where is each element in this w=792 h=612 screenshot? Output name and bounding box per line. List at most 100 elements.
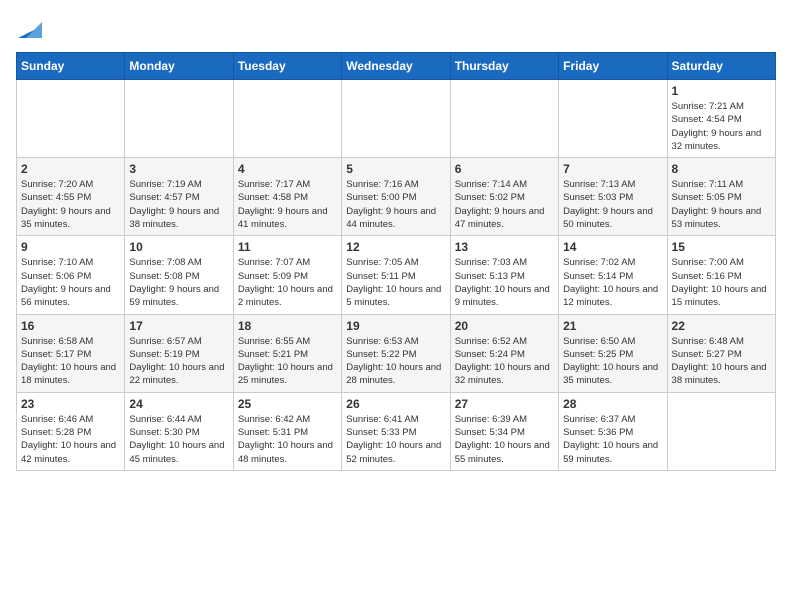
calendar-header-tuesday: Tuesday: [233, 53, 341, 80]
day-info: Sunrise: 7:14 AM Sunset: 5:02 PM Dayligh…: [455, 178, 554, 231]
day-number: 14: [563, 240, 662, 254]
calendar-cell: 9 Sunrise: 7:10 AM Sunset: 5:06 PM Daylig…: [17, 236, 125, 314]
day-info: Sunrise: 7:10 AM Sunset: 5:06 PM Dayligh…: [21, 256, 120, 309]
day-number: 19: [346, 319, 445, 333]
day-number: 23: [21, 397, 120, 411]
calendar-cell: 18 Sunrise: 6:55 AM Sunset: 5:21 PM Dayli…: [233, 314, 341, 392]
day-number: 10: [129, 240, 228, 254]
calendar-cell: 23 Sunrise: 6:46 AM Sunset: 5:28 PM Dayli…: [17, 392, 125, 470]
day-number: 6: [455, 162, 554, 176]
day-number: 27: [455, 397, 554, 411]
calendar-cell: 24 Sunrise: 6:44 AM Sunset: 5:30 PM Dayli…: [125, 392, 233, 470]
day-info: Sunrise: 7:13 AM Sunset: 5:03 PM Dayligh…: [563, 178, 662, 231]
day-info: Sunrise: 7:11 AM Sunset: 5:05 PM Dayligh…: [672, 178, 771, 231]
day-info: Sunrise: 6:42 AM Sunset: 5:31 PM Dayligh…: [238, 413, 337, 466]
day-info: Sunrise: 7:17 AM Sunset: 4:58 PM Dayligh…: [238, 178, 337, 231]
day-info: Sunrise: 7:07 AM Sunset: 5:09 PM Dayligh…: [238, 256, 337, 309]
calendar-cell: 7 Sunrise: 7:13 AM Sunset: 5:03 PM Daylig…: [559, 158, 667, 236]
day-info: Sunrise: 7:05 AM Sunset: 5:11 PM Dayligh…: [346, 256, 445, 309]
day-number: 26: [346, 397, 445, 411]
day-info: Sunrise: 6:57 AM Sunset: 5:19 PM Dayligh…: [129, 335, 228, 388]
calendar-week-row: 1 Sunrise: 7:21 AM Sunset: 4:54 PM Daylig…: [17, 80, 776, 158]
day-number: 4: [238, 162, 337, 176]
day-info: Sunrise: 6:37 AM Sunset: 5:36 PM Dayligh…: [563, 413, 662, 466]
day-info: Sunrise: 6:46 AM Sunset: 5:28 PM Dayligh…: [21, 413, 120, 466]
calendar-header-monday: Monday: [125, 53, 233, 80]
calendar-cell: [667, 392, 775, 470]
day-info: Sunrise: 6:58 AM Sunset: 5:17 PM Dayligh…: [21, 335, 120, 388]
day-info: Sunrise: 6:48 AM Sunset: 5:27 PM Dayligh…: [672, 335, 771, 388]
calendar-week-row: 23 Sunrise: 6:46 AM Sunset: 5:28 PM Dayli…: [17, 392, 776, 470]
day-number: 13: [455, 240, 554, 254]
calendar-cell: 20 Sunrise: 6:52 AM Sunset: 5:24 PM Dayli…: [450, 314, 558, 392]
calendar-cell: 17 Sunrise: 6:57 AM Sunset: 5:19 PM Dayli…: [125, 314, 233, 392]
day-info: Sunrise: 6:44 AM Sunset: 5:30 PM Dayligh…: [129, 413, 228, 466]
day-info: Sunrise: 6:52 AM Sunset: 5:24 PM Dayligh…: [455, 335, 554, 388]
page-header: [16, 16, 776, 40]
calendar-week-row: 9 Sunrise: 7:10 AM Sunset: 5:06 PM Daylig…: [17, 236, 776, 314]
calendar-header-sunday: Sunday: [17, 53, 125, 80]
day-number: 22: [672, 319, 771, 333]
day-info: Sunrise: 6:41 AM Sunset: 5:33 PM Dayligh…: [346, 413, 445, 466]
day-info: Sunrise: 7:00 AM Sunset: 5:16 PM Dayligh…: [672, 256, 771, 309]
calendar-cell: [559, 80, 667, 158]
day-number: 28: [563, 397, 662, 411]
calendar-cell: 8 Sunrise: 7:11 AM Sunset: 5:05 PM Daylig…: [667, 158, 775, 236]
day-number: 21: [563, 319, 662, 333]
day-info: Sunrise: 7:21 AM Sunset: 4:54 PM Dayligh…: [672, 100, 771, 153]
calendar-cell: [125, 80, 233, 158]
calendar-cell: 10 Sunrise: 7:08 AM Sunset: 5:08 PM Dayli…: [125, 236, 233, 314]
day-number: 15: [672, 240, 771, 254]
day-number: 8: [672, 162, 771, 176]
calendar-header-saturday: Saturday: [667, 53, 775, 80]
calendar-cell: 22 Sunrise: 6:48 AM Sunset: 5:27 PM Dayli…: [667, 314, 775, 392]
day-number: 9: [21, 240, 120, 254]
day-number: 5: [346, 162, 445, 176]
calendar-header-row: SundayMondayTuesdayWednesdayThursdayFrid…: [17, 53, 776, 80]
calendar-cell: 1 Sunrise: 7:21 AM Sunset: 4:54 PM Daylig…: [667, 80, 775, 158]
day-number: 20: [455, 319, 554, 333]
day-number: 3: [129, 162, 228, 176]
day-info: Sunrise: 7:19 AM Sunset: 4:57 PM Dayligh…: [129, 178, 228, 231]
day-number: 18: [238, 319, 337, 333]
calendar-cell: [233, 80, 341, 158]
calendar-cell: 16 Sunrise: 6:58 AM Sunset: 5:17 PM Dayli…: [17, 314, 125, 392]
calendar-cell: 27 Sunrise: 6:39 AM Sunset: 5:34 PM Dayli…: [450, 392, 558, 470]
day-number: 25: [238, 397, 337, 411]
day-number: 12: [346, 240, 445, 254]
calendar-cell: 19 Sunrise: 6:53 AM Sunset: 5:22 PM Dayli…: [342, 314, 450, 392]
day-number: 24: [129, 397, 228, 411]
calendar-cell: 6 Sunrise: 7:14 AM Sunset: 5:02 PM Daylig…: [450, 158, 558, 236]
calendar-header-wednesday: Wednesday: [342, 53, 450, 80]
calendar-cell: 11 Sunrise: 7:07 AM Sunset: 5:09 PM Dayli…: [233, 236, 341, 314]
day-number: 1: [672, 84, 771, 98]
logo-icon: [18, 16, 42, 40]
calendar-header-friday: Friday: [559, 53, 667, 80]
calendar-cell: 5 Sunrise: 7:16 AM Sunset: 5:00 PM Daylig…: [342, 158, 450, 236]
calendar-cell: 15 Sunrise: 7:00 AM Sunset: 5:16 PM Dayli…: [667, 236, 775, 314]
day-info: Sunrise: 7:16 AM Sunset: 5:00 PM Dayligh…: [346, 178, 445, 231]
day-number: 11: [238, 240, 337, 254]
calendar-header-thursday: Thursday: [450, 53, 558, 80]
calendar-cell: 4 Sunrise: 7:17 AM Sunset: 4:58 PM Daylig…: [233, 158, 341, 236]
day-info: Sunrise: 6:39 AM Sunset: 5:34 PM Dayligh…: [455, 413, 554, 466]
day-number: 2: [21, 162, 120, 176]
calendar-week-row: 2Sunrise: 7:20 AM Sunset: 4:55 PM Daylig…: [17, 158, 776, 236]
calendar-cell: [17, 80, 125, 158]
calendar-cell: [342, 80, 450, 158]
calendar-cell: 21 Sunrise: 6:50 AM Sunset: 5:25 PM Dayli…: [559, 314, 667, 392]
calendar-cell: 14 Sunrise: 7:02 AM Sunset: 5:14 PM Dayli…: [559, 236, 667, 314]
day-number: 17: [129, 319, 228, 333]
day-info: Sunrise: 6:55 AM Sunset: 5:21 PM Dayligh…: [238, 335, 337, 388]
calendar-cell: 13Sunrise: 7:03 AM Sunset: 5:13 PM Dayli…: [450, 236, 558, 314]
day-info: Sunrise: 7:02 AM Sunset: 5:14 PM Dayligh…: [563, 256, 662, 309]
day-number: 7: [563, 162, 662, 176]
day-info: Sunrise: 7:08 AM Sunset: 5:08 PM Dayligh…: [129, 256, 228, 309]
day-info: Sunrise: 6:53 AM Sunset: 5:22 PM Dayligh…: [346, 335, 445, 388]
calendar-cell: 12 Sunrise: 7:05 AM Sunset: 5:11 PM Dayli…: [342, 236, 450, 314]
day-info: Sunrise: 6:50 AM Sunset: 5:25 PM Dayligh…: [563, 335, 662, 388]
calendar-cell: 3 Sunrise: 7:19 AM Sunset: 4:57 PM Daylig…: [125, 158, 233, 236]
day-number: 16: [21, 319, 120, 333]
calendar-cell: [450, 80, 558, 158]
calendar-cell: 28 Sunrise: 6:37 AM Sunset: 5:36 PM Dayli…: [559, 392, 667, 470]
